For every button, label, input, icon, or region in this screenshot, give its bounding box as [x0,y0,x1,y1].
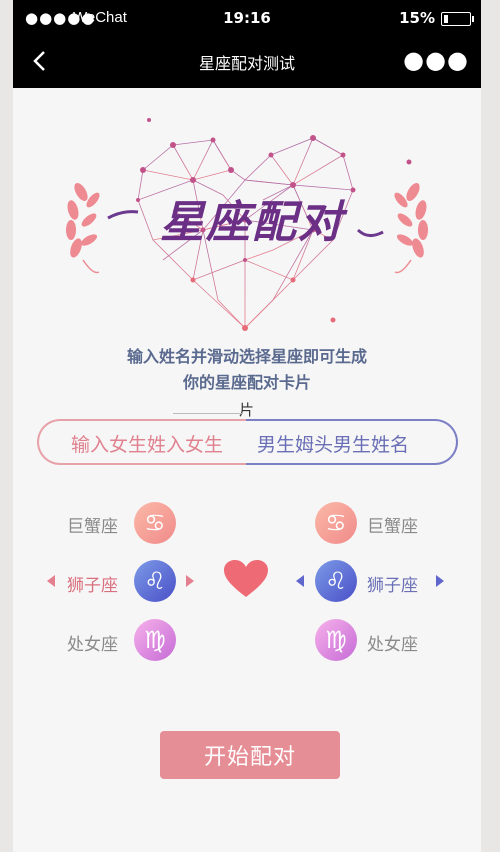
status-bar: ●●●●● WeChat 19:16 15% [13,0,481,34]
phone-screen: ●●●●● WeChat 19:16 15% 星座配对测试 ●●● 星座配对 输… [13,0,481,852]
male-zodiac-next-label[interactable]: 处女座 [367,630,418,655]
intro-text: 输入姓名并滑动选择星座即可生成 你的星座配对卡片 [13,344,481,396]
male-zodiac-prev-label[interactable]: 巨蟹座 [367,512,418,537]
leo-icon[interactable]: ♌ [134,560,176,602]
overflow-text: 片 [239,401,255,419]
male-prev-arrow-icon[interactable] [296,575,304,587]
intro-line-2: 你的星座配对卡片 [182,373,311,392]
intro-line-1: 输入姓名并滑动选择星座即可生成 [126,347,367,366]
hero-title: 星座配对 [160,197,344,248]
text-cursor-line [173,413,243,414]
start-match-button[interactable]: 开始配对 [160,731,340,779]
heart-icon [224,560,268,597]
female-next-arrow-icon[interactable] [186,575,194,587]
cancer-icon[interactable]: ♋ [315,502,357,544]
female-zodiac-selected-label[interactable]: 狮子座 [67,571,118,596]
leo-icon[interactable]: ♌ [315,560,357,602]
female-name-input[interactable]: 输入女生姓入女生 [71,430,223,457]
female-zodiac-prev-label[interactable]: 巨蟹座 [67,512,118,537]
male-name-input[interactable]: 男生姆头男生姓名 [257,430,409,457]
virgo-icon[interactable]: ♍ [134,619,176,661]
nav-bar: 星座配对测试 ●●● [13,34,481,88]
more-menu-icon[interactable]: ●●● [403,48,469,72]
female-prev-arrow-icon[interactable] [47,575,55,587]
virgo-icon[interactable]: ♍ [315,619,357,661]
female-zodiac-next-label[interactable]: 处女座 [67,630,118,655]
male-zodiac-selected-label[interactable]: 狮子座 [367,571,418,596]
cancer-icon[interactable]: ♋ [134,502,176,544]
male-next-arrow-icon[interactable] [436,575,444,587]
battery-icon [441,12,474,26]
battery-percent: 15% [399,9,435,27]
